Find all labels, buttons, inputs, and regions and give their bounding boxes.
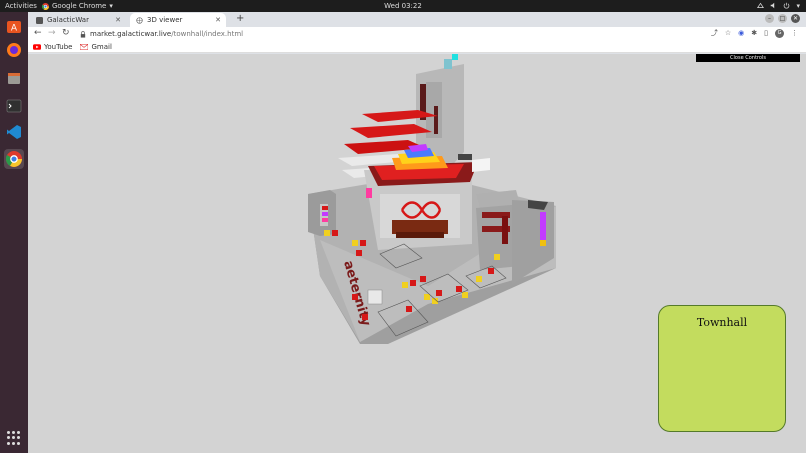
profile-avatar[interactable]: G (775, 28, 784, 38)
dock-firefox[interactable] (4, 40, 24, 60)
maximize-button[interactable]: □ (778, 14, 787, 23)
dock-ubuntu-software[interactable]: A (4, 16, 24, 36)
globe-icon (136, 16, 143, 24)
tab-title: 3D viewer (147, 16, 183, 24)
ubuntu-software-icon: A (7, 21, 21, 34)
bookmark-label: YouTube (44, 42, 73, 51)
close-controls-button[interactable]: Close Controls (696, 54, 800, 62)
tab-title: GalacticWar (47, 16, 89, 24)
chevron-down-icon: ▾ (796, 2, 800, 10)
sidebar-icon[interactable]: ▯ (764, 29, 768, 37)
toolbar-icons: ⤴ ☆ ◉ ✱ ▯ G ⋮ (711, 28, 798, 38)
reload-button[interactable]: ↻ (62, 28, 70, 38)
power-icon (784, 2, 790, 9)
info-panel-title: Townhall (696, 316, 748, 329)
vscode-icon (7, 125, 21, 139)
dock-files[interactable] (4, 68, 24, 88)
system-top-bar: Activities Google Chrome ▾ Wed 03:22 ▾ (0, 0, 806, 12)
extension-icon[interactable]: ◉ (738, 29, 744, 37)
bookmarks-bar: YouTube Gmail (28, 41, 806, 53)
minimize-button[interactable]: – (765, 14, 774, 23)
dock-terminal[interactable] (4, 96, 24, 116)
share-icon[interactable]: ⤴ (711, 28, 718, 38)
files-icon (8, 73, 20, 84)
menu-icon[interactable]: ⋮ (791, 29, 798, 37)
svg-text:A: A (11, 24, 18, 34)
terminal-icon (6, 99, 22, 113)
close-icon[interactable]: ✕ (115, 16, 121, 24)
chrome-icon (42, 2, 49, 10)
browser-toolbar: ← → ↻ market.galacticwar.live/townhall/i… (28, 27, 806, 41)
favicon-icon (36, 16, 43, 24)
activities-button[interactable]: Activities (5, 2, 37, 10)
info-panel: Townhall (658, 305, 786, 432)
app-menu-label: Google Chrome (52, 2, 107, 10)
show-applications-icon[interactable] (7, 431, 21, 445)
app-menu[interactable]: Google Chrome ▾ (42, 2, 113, 10)
browser-window: GalacticWar ✕ 3D viewer ✕ + – □ ✕ ← → ↻ … (28, 12, 806, 453)
system-tray[interactable]: ▾ (757, 2, 800, 10)
volume-icon (771, 2, 775, 9)
bookmark-gmail[interactable]: Gmail (80, 42, 112, 51)
chrome-icon (6, 151, 22, 167)
close-window-button[interactable]: ✕ (791, 14, 800, 23)
bookmark-youtube[interactable]: YouTube (33, 43, 72, 51)
dock-vscode[interactable] (4, 122, 24, 142)
tab-strip: GalacticWar ✕ 3D viewer ✕ + – □ ✕ (28, 12, 806, 27)
youtube-icon (33, 43, 41, 50)
clock[interactable]: Wed 03:22 (384, 2, 422, 10)
close-icon[interactable]: ✕ (215, 16, 221, 24)
address-bar[interactable]: market.galacticwar.live/townhall/index.h… (80, 28, 740, 40)
tab-galacticwar[interactable]: GalacticWar ✕ (30, 13, 126, 27)
forward-button[interactable]: → (48, 28, 56, 38)
dock-chrome[interactable] (4, 149, 24, 169)
dock: A (0, 12, 28, 453)
window-controls: – □ ✕ (765, 14, 800, 23)
3d-viewport[interactable]: aeternity Close Controls Townhall (28, 54, 806, 453)
star-icon[interactable]: ☆ (725, 29, 731, 37)
gmail-icon (80, 43, 89, 50)
bookmark-label: Gmail (91, 42, 112, 51)
chevron-down-icon: ▾ (109, 2, 113, 10)
firefox-icon (7, 43, 21, 57)
url-path: /townhall/index.html (171, 30, 244, 38)
back-button[interactable]: ← (34, 28, 42, 38)
new-tab-button[interactable]: + (236, 13, 244, 24)
url-host: market.galacticwar.live (90, 30, 172, 38)
lock-icon (80, 30, 86, 38)
tab-3d-viewer[interactable]: 3D viewer ✕ (130, 13, 226, 27)
puzzle-icon[interactable]: ✱ (751, 29, 757, 37)
network-icon (757, 2, 765, 8)
